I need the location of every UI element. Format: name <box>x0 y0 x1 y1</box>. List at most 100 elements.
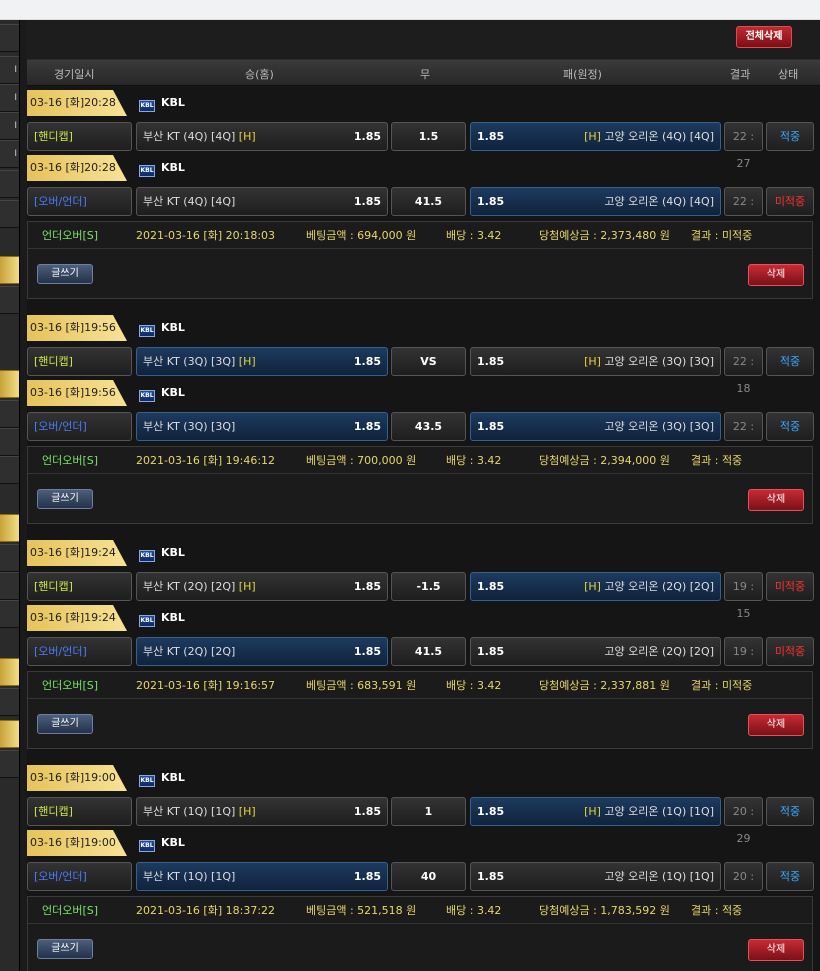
sidebar-cell[interactable]: I <box>0 84 19 112</box>
match-date-tag: 03-16 [화]19:00 <box>27 830 127 856</box>
sidebar-cell[interactable] <box>0 400 19 428</box>
delete-button[interactable]: 삭제 <box>748 489 804 511</box>
status-badge: 적중 <box>766 412 814 441</box>
bet-odds: 배당 : 3.42 <box>446 229 502 242</box>
home-pick-button[interactable]: 부산 KT (1Q) [1Q] 1.85 <box>136 862 388 891</box>
draw-pick-button[interactable]: 43.5 <box>391 412 466 441</box>
delete-all-button[interactable]: 전체삭제 <box>736 26 792 48</box>
bet-time: 2021-03-16 [화] 19:46:12 <box>136 454 276 467</box>
away-pick-button[interactable]: 1.85 [H] 고양 오리온 (1Q) [1Q] <box>470 797 721 826</box>
header-draw: 무 <box>420 68 431 81</box>
bet-amount: 베팅금액 : 683,591 원 <box>306 679 417 692</box>
bet-summary: 언더오버[S] 2021-03-16 [화] 19:46:12 베팅금액 : 7… <box>27 446 813 524</box>
draw-pick-button[interactable]: VS <box>391 347 466 376</box>
sidebar-cell-active[interactable] <box>0 514 19 542</box>
home-pick-button[interactable]: 부산 KT (1Q) [1Q] [H] 1.85 <box>136 797 388 826</box>
match-date-tag: 03-16 [화]19:56 <box>27 380 127 406</box>
status-badge: 미적중 <box>766 572 814 601</box>
home-pick-button[interactable]: 부산 KT (3Q) [3Q] 1.85 <box>136 412 388 441</box>
sidebar-cell[interactable] <box>0 750 19 778</box>
home-pick-button[interactable]: 부산 KT (2Q) [2Q] 1.85 <box>136 637 388 666</box>
home-pick-button[interactable]: 부산 KT (4Q) [4Q] [H] 1.85 <box>136 122 388 151</box>
home-odds: 1.85 <box>353 130 381 143</box>
home-pick-button[interactable]: 부산 KT (4Q) [4Q] 1.85 <box>136 187 388 216</box>
score-cell: 20 : 29 <box>724 797 763 845</box>
sidebar-cell[interactable] <box>0 24 19 52</box>
away-pick-button[interactable]: 1.85 고양 오리온 (3Q) [3Q] <box>470 412 721 441</box>
sidebar-cell[interactable] <box>0 688 19 716</box>
left-sidebar: I I I I <box>0 20 20 971</box>
league-label: KBL KBL <box>139 830 185 856</box>
delete-button[interactable]: 삭제 <box>748 939 804 961</box>
match-date-tag: 03-16 [화]20:28 <box>27 155 127 181</box>
write-button[interactable]: 글쓰기 <box>37 714 93 734</box>
away-pick-button[interactable]: 1.85 고양 오리온 (4Q) [4Q] <box>470 187 721 216</box>
away-odds: 1.85 <box>477 130 505 143</box>
home-pick-button[interactable]: 부산 KT (3Q) [3Q] [H] 1.85 <box>136 347 388 376</box>
kbl-logo-icon: KBL <box>139 550 155 562</box>
away-pick-button[interactable]: 1.85 [H] 고양 오리온 (3Q) [3Q] <box>470 347 721 376</box>
league-label: KBL KBL <box>139 155 185 181</box>
away-pick-button[interactable]: 1.85 [H] 고양 오리온 (4Q) [4Q] <box>470 122 721 151</box>
kbl-logo-icon: KBL <box>139 165 155 177</box>
draw-pick-button[interactable]: 1 <box>391 797 466 826</box>
home-odds: 1.85 <box>353 805 381 818</box>
bet-time: 2021-03-16 [화] 20:18:03 <box>136 229 276 242</box>
sidebar-cell-active[interactable] <box>0 658 19 686</box>
sidebar-cell[interactable] <box>0 286 19 314</box>
sidebar-cell[interactable] <box>0 572 19 600</box>
bet-group: 03-16 [화]20:28 KBL KBL [핸디캡] 부산 KT (4Q) [… <box>27 90 820 310</box>
sidebar-cell[interactable]: I <box>0 112 19 140</box>
bet-group: 03-16 [화]19:24 KBL KBL [핸디캡] 부산 KT (2Q) [… <box>27 540 820 760</box>
league-label: KBL KBL <box>139 380 185 406</box>
write-button[interactable]: 글쓰기 <box>37 489 93 509</box>
bet-odds: 배당 : 3.42 <box>446 904 502 917</box>
league-label: KBL KBL <box>139 765 185 791</box>
bet-amount: 베팅금액 : 700,000 원 <box>306 454 417 467</box>
away-odds: 1.85 <box>477 805 505 818</box>
sidebar-cell-active[interactable] <box>0 720 19 748</box>
bet-summary: 언더오버[S] 2021-03-16 [화] 19:16:57 베팅금액 : 6… <box>27 671 813 749</box>
delete-button[interactable]: 삭제 <box>748 714 804 736</box>
bet-expected: 당첨예상금 : 2,394,000 원 <box>539 454 670 467</box>
kbl-logo-icon: KBL <box>139 840 155 852</box>
browser-top-bar <box>0 0 820 20</box>
home-pick-button[interactable]: 부산 KT (2Q) [2Q] [H] 1.85 <box>136 572 388 601</box>
draw-pick-button[interactable]: -1.5 <box>391 572 466 601</box>
away-pick-button[interactable]: 1.85 고양 오리온 (1Q) [1Q] <box>470 862 721 891</box>
sidebar-cell[interactable] <box>0 170 19 198</box>
draw-pick-button[interactable]: 41.5 <box>391 637 466 666</box>
sidebar-cell[interactable] <box>0 428 19 456</box>
league-label: KBL KBL <box>139 90 185 116</box>
sidebar-cell[interactable]: I <box>0 56 19 84</box>
sidebar-cell[interactable] <box>0 456 19 484</box>
bet-time: 2021-03-16 [화] 19:16:57 <box>136 679 276 692</box>
header-status: 상태 <box>778 68 799 81</box>
draw-pick-button[interactable]: 41.5 <box>391 187 466 216</box>
score-cell: 19 : 15 <box>724 572 763 620</box>
status-badge: 적중 <box>766 122 814 151</box>
draw-pick-button[interactable]: 1.5 <box>391 122 466 151</box>
sidebar-cell[interactable] <box>0 200 19 228</box>
sidebar-cell-active[interactable] <box>0 256 19 284</box>
score-cell: 22 : 27 <box>724 187 763 235</box>
away-pick-button[interactable]: 1.85 고양 오리온 (2Q) [2Q] <box>470 637 721 666</box>
table-header: 경기일시 승(홈) 무 패(원정) 결과 상태 <box>27 60 820 86</box>
delete-button[interactable]: 삭제 <box>748 264 804 286</box>
sidebar-cell[interactable] <box>0 600 19 628</box>
bet-summary: 언더오버[S] 2021-03-16 [화] 18:37:22 베팅금액 : 5… <box>27 896 813 971</box>
bet-result: 결과 : 적중 <box>691 454 743 467</box>
match-date-tag: 03-16 [화]19:24 <box>27 540 127 566</box>
header-home: 승(홈) <box>245 68 274 81</box>
write-button[interactable]: 글쓰기 <box>37 939 93 959</box>
write-button[interactable]: 글쓰기 <box>37 264 93 284</box>
sidebar-cell[interactable] <box>0 544 19 572</box>
kbl-logo-icon: KBL <box>139 775 155 787</box>
away-pick-button[interactable]: 1.85 [H] 고양 오리온 (2Q) [2Q] <box>470 572 721 601</box>
bet-summary-line: 언더오버[S] 2021-03-16 [화] 18:37:22 베팅금액 : 5… <box>28 897 812 924</box>
bet-kind: 언더오버[S] <box>42 679 99 692</box>
sidebar-cell-active[interactable] <box>0 370 19 398</box>
sidebar-cell[interactable]: I <box>0 140 19 168</box>
draw-pick-button[interactable]: 40 <box>391 862 466 891</box>
kbl-logo-icon: KBL <box>139 100 155 112</box>
